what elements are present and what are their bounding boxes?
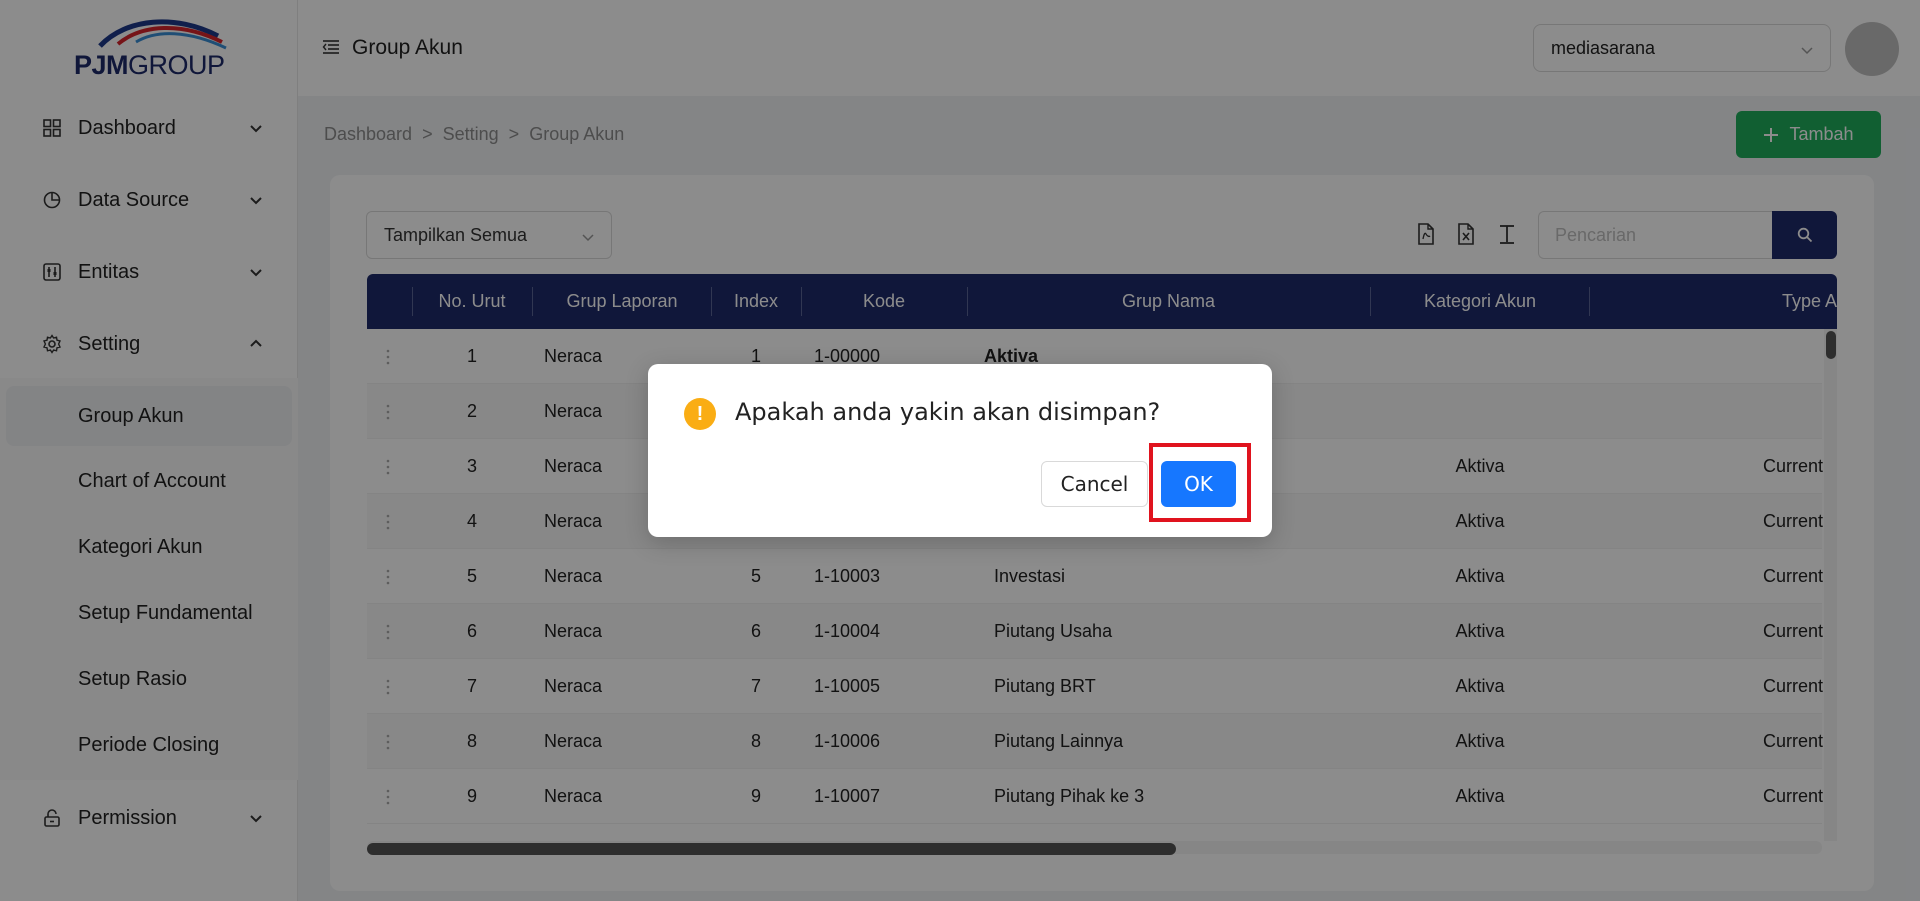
- warning-icon: !: [684, 398, 716, 430]
- cancel-button[interactable]: Cancel: [1041, 461, 1148, 507]
- confirm-message: Apakah anda yakin akan disimpan?: [735, 398, 1161, 426]
- ok-button-highlight: [1149, 443, 1251, 522]
